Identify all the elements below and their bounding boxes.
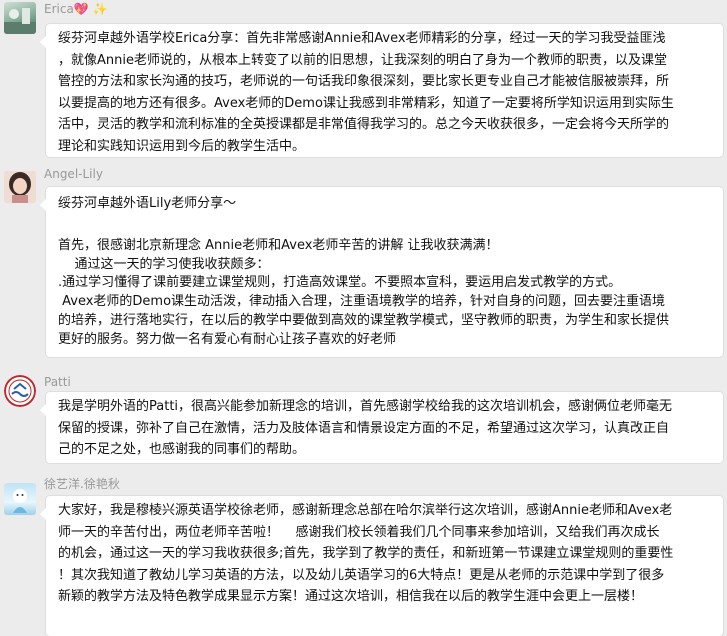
message-line: ，就像Annie老师说的，从根本上转变了以前的旧思想，让我深刻的明白了身为一个教… (58, 52, 667, 68)
message-line: 活中，灵活的教学和流利标准的全英授课都是非常值得我学习的。总之今天收获很多，一定… (58, 117, 670, 132)
message-line: 通过这一天的学习使我收获颇多： (58, 257, 270, 272)
avatar[interactable] (4, 2, 36, 34)
message-line: 更好的服务。努力做一名有爱心有耐心让孩子喜欢的好老师 (58, 332, 397, 347)
avatar[interactable] (4, 375, 36, 407)
message-line: 的培养，进行落地实行，在以后的教学中要做到高效的课堂教学模式，坚守教师的职责，为… (58, 313, 670, 328)
message-line: Avex老师的Demo课生动活泼，律动插入合理，注重语境教学的培养，针对自身的问… (58, 294, 666, 309)
sender-name: Patti (44, 375, 71, 389)
message-bubble[interactable]: 绥芬河卓越外语Lily老师分享～ 首先，很感谢北京新理念 Annie老师和Ave… (40, 187, 723, 357)
message-line: 管控的方法和家长沟通的技巧，老师说的一句话我印象很深刻，要比家长更专业自己才能被… (58, 74, 670, 89)
message-line: 理论和实践知识运用到今后的教学生活中。 (58, 138, 306, 154)
sender-name: 徐艺洋.徐艳秋 (44, 477, 120, 491)
message-line: 首先，很感谢北京新理念 Annie老师和Avex老师辛苦的讲解 让我收获满满！ (58, 238, 499, 253)
cartoon-character-icon (13, 489, 27, 513)
landscape-photo-icon (4, 8, 36, 34)
message-line: 大家好，我是穆棱兴源英语学校徐老师，感谢新理念总部在哈尔滨举行这次培训，感谢An… (58, 503, 673, 518)
sender-name: Angel-Lily (44, 167, 103, 181)
message-line: 以要提高的地方还有很多。Avex老师的Demo课让我感到非常精彩，知道了一定要将… (58, 95, 674, 111)
message-line: 师一天的辛苦付出，两位老师辛苦啦！ 感谢我们校长领着我们几个同事来参加培训，又给… (58, 524, 660, 540)
school-logo-icon (4, 375, 36, 407)
message-line: 的机会，通过这一天的学习我收获很多;首先，我学到了教学的责任，和新班第一节课建立… (58, 546, 674, 561)
message-line: 绥芬河卓越外语学校Erica分享：首先非常感谢Annie和Avex老师精彩的分享… (58, 31, 666, 46)
message-line (58, 215, 713, 237)
portrait-photo-icon (4, 171, 36, 203)
message-line: .通过学习懂得了课前要建立课堂规则，打造高效课堂。不要照本宣科，要运用启发式教学… (58, 275, 622, 290)
message-line: 新颖的教学方法及特色教学成果显示方案！通过这次培训，相信我在以后的教学生涯中会更… (58, 589, 644, 604)
message-bubble[interactable]: 绥芬河卓越外语学校Erica分享：首先非常感谢Annie和Avex老师精彩的分享… (40, 24, 723, 157)
message-bubble[interactable]: 大家好，我是穆棱兴源英语学校徐老师，感谢新理念总部在哈尔滨举行这次培训，感谢An… (40, 496, 723, 636)
message-line: 保留的授课，弥补了自己在激情，活力及肢体语言和情景设定方面的不足，希望通过这次学… (58, 420, 670, 436)
avatar[interactable] (4, 171, 36, 203)
message-line: 绥芬河卓越外语Lily老师分享～ (58, 196, 237, 211)
message-line: ！其次我知道了教幼儿学习英语的方法，以及幼儿英语学习的6大特点！更是从老师的示范… (58, 567, 665, 583)
message-line: 我是学明外语的Patti，很高兴能参加新理念的培训，首先感谢学校给我的这次培训机… (58, 399, 673, 414)
message-line: 己的不足之处，也感谢我的同事们的帮助。 (58, 442, 306, 457)
sender-name: Erica💖 ✨ (44, 2, 108, 16)
avatar[interactable] (4, 483, 36, 515)
message-bubble[interactable]: 我是学明外语的Patti，很高兴能参加新理念的培训，首先感谢学校给我的这次培训机… (40, 392, 723, 463)
